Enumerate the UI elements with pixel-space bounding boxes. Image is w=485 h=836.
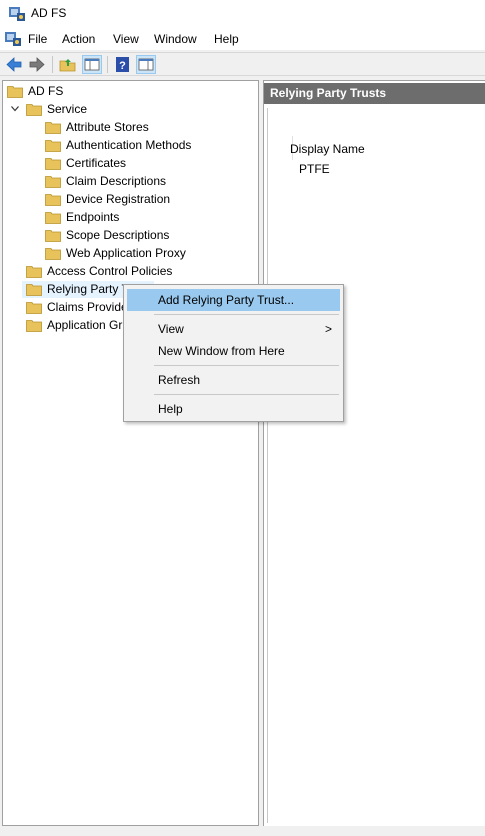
- tree-item-label: Certificates: [66, 156, 127, 170]
- system-menu-icon[interactable]: [4, 31, 22, 47]
- folder-icon: [45, 176, 61, 188]
- menu-separator: [154, 394, 339, 395]
- tree-item-label: Endpoints: [66, 210, 120, 224]
- menu-item-label: New Window from Here: [158, 344, 285, 358]
- show-hide-tree-button[interactable]: [82, 55, 102, 74]
- menu-window[interactable]: Window: [152, 32, 199, 46]
- back-icon[interactable]: [4, 55, 24, 74]
- folder-icon: [26, 266, 42, 278]
- tree-item-authentication-methods[interactable]: Authentication Methods: [45, 137, 255, 154]
- folder-icon: [45, 248, 61, 260]
- tree-item-application-groups[interactable]: Application Gr: [26, 317, 126, 334]
- menu-item-help[interactable]: Help: [127, 398, 340, 420]
- menu-view[interactable]: View: [111, 32, 141, 46]
- folder-icon: [45, 158, 61, 170]
- status-bar: [0, 826, 485, 836]
- show-action-pane-button[interactable]: [136, 55, 156, 74]
- toolbar-separator: [52, 56, 53, 73]
- tree-item-device-registration[interactable]: Device Registration: [45, 191, 255, 208]
- folder-icon: [26, 302, 42, 314]
- toolbar-separator: [107, 56, 108, 73]
- console-tree-pane[interactable]: AD FS Service Attribute Stores Authentic…: [2, 80, 259, 826]
- results-pane-header: Relying Party Trusts: [264, 83, 485, 104]
- submenu-arrow-icon: >: [324, 322, 332, 336]
- show-action-pane-icon: [138, 58, 154, 71]
- tree-item-label: Service: [47, 102, 88, 116]
- adfs-app-icon: [9, 7, 25, 21]
- folder-icon: [7, 86, 23, 98]
- tree-item-label: Access Control Policies: [47, 264, 173, 278]
- show-hide-tree-icon: [84, 58, 100, 71]
- folder-icon: [26, 104, 42, 116]
- tree-item-claims-provider-trusts[interactable]: Claims Provide: [26, 299, 128, 316]
- tree-item-service[interactable]: Service: [7, 101, 247, 118]
- tree-item-label: Attribute Stores: [66, 120, 149, 134]
- tree-item-adfs[interactable]: AD FS: [7, 83, 247, 100]
- tree-item-label: Claim Descriptions: [66, 174, 167, 188]
- window-title: AD FS: [31, 6, 67, 20]
- menu-item-label: Add Relying Party Trust...: [158, 293, 295, 307]
- folder-icon: [45, 212, 61, 224]
- folder-icon: [45, 122, 61, 134]
- tree-item-label: Web Application Proxy: [66, 246, 186, 260]
- tree-item-label: Application Gr: [47, 318, 123, 332]
- menu-separator: [154, 314, 339, 315]
- folder-icon: [45, 140, 61, 152]
- menu-help[interactable]: Help: [212, 32, 241, 46]
- menu-item-new-window-from-here[interactable]: New Window from Here: [127, 340, 340, 362]
- tree-item-label: Device Registration: [66, 192, 171, 206]
- menu-item-label: Refresh: [158, 373, 201, 387]
- help-icon[interactable]: ?: [113, 55, 133, 74]
- svg-text:?: ?: [119, 60, 126, 72]
- chevron-down-icon[interactable]: [11, 106, 19, 112]
- menu-file[interactable]: File: [26, 32, 49, 46]
- folder-icon: [45, 230, 61, 242]
- title-bar: AD FS: [0, 0, 485, 28]
- tree-item-claim-descriptions[interactable]: Claim Descriptions: [45, 173, 255, 190]
- adfs-window: AD FS File Action View Window Help ? AD …: [0, 0, 485, 836]
- results-list[interactable]: Display Name PTFE: [267, 108, 485, 823]
- context-menu: Add Relying Party Trust... View > New Wi…: [123, 284, 344, 422]
- menu-separator: [154, 365, 339, 366]
- tree-item-label: Scope Descriptions: [66, 228, 170, 242]
- tree-item-label: Relying Party T: [47, 282, 129, 296]
- folder-icon: [45, 194, 61, 206]
- results-pane-title: Relying Party Trusts: [270, 86, 387, 100]
- tree-item-access-control-policies[interactable]: Access Control Policies: [26, 263, 246, 280]
- menu-bar: File Action View Window Help: [0, 28, 485, 50]
- tree-item-label: AD FS: [28, 84, 64, 98]
- menu-item-refresh[interactable]: Refresh: [127, 369, 340, 391]
- menu-action[interactable]: Action: [60, 32, 97, 46]
- tree-item-attribute-stores[interactable]: Attribute Stores: [45, 119, 255, 136]
- tree-item-web-application-proxy[interactable]: Web Application Proxy: [45, 245, 255, 262]
- tree-item-label: Claims Provide: [47, 300, 128, 314]
- folder-icon: [26, 284, 42, 296]
- menu-item-add-relying-party-trust[interactable]: Add Relying Party Trust...: [127, 289, 340, 311]
- menu-item-label: Help: [158, 402, 183, 416]
- results-pane: Relying Party Trusts Display Name PTFE: [263, 80, 485, 826]
- tree-item-certificates[interactable]: Certificates: [45, 155, 255, 172]
- forward-icon[interactable]: [27, 55, 47, 74]
- column-header-display-name[interactable]: Display Name: [290, 142, 365, 156]
- folder-icon: [26, 320, 42, 332]
- menu-item-view[interactable]: View >: [127, 318, 340, 340]
- toolbar: ?: [0, 52, 485, 76]
- up-folder-icon[interactable]: [58, 55, 78, 74]
- tree-item-endpoints[interactable]: Endpoints: [45, 209, 255, 226]
- tree-item-scope-descriptions[interactable]: Scope Descriptions: [45, 227, 255, 244]
- list-item[interactable]: PTFE: [299, 162, 330, 176]
- menu-item-label: View: [158, 322, 184, 336]
- tree-item-label: Authentication Methods: [66, 138, 192, 152]
